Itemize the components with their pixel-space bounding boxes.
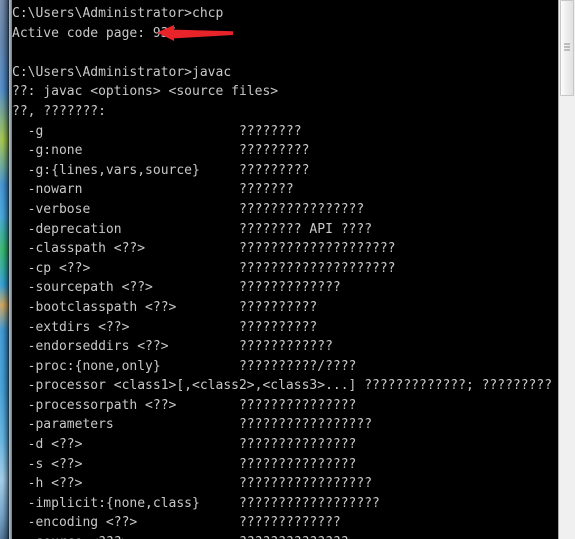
wallpaper-edge-shading bbox=[0, 0, 9, 539]
vertical-scrollbar[interactable] bbox=[558, 0, 575, 539]
console-line: -bootclasspath <??> ?????????? bbox=[12, 299, 318, 315]
console-line: -cp <??> ???????????????????? bbox=[12, 260, 396, 276]
console-line: ??: javac <options> <source files> bbox=[12, 84, 279, 100]
console-line: -parameters ????????????????? bbox=[12, 417, 373, 433]
console-line: -processorpath <??> ??????????????? bbox=[12, 397, 357, 413]
console-line: -deprecation ???????? API ???? bbox=[12, 221, 373, 237]
console-line: -proc:{none,only} ??????????/???? bbox=[12, 358, 357, 374]
console-line: -endorseddirs <??> ???????????? bbox=[12, 339, 333, 355]
console-line: -g:{lines,vars,source} ????????? bbox=[12, 162, 310, 178]
console-line: -sourcepath <??> ????????????? bbox=[12, 280, 341, 296]
console-line: -implicit:{none,class} ?????????????????… bbox=[12, 495, 380, 511]
console-line: -source <???> ?????????????? bbox=[12, 533, 558, 539]
console-line: C:\Users\Administrator>javac bbox=[12, 64, 232, 80]
console-line: -nowarn ??????? bbox=[12, 182, 294, 198]
console-text-block: C:\Users\Administrator>chcp Active code p… bbox=[12, 4, 558, 539]
console-line: -s <??> ??????????????? bbox=[12, 456, 357, 472]
desktop-wallpaper-sliver bbox=[0, 0, 9, 539]
console-line: -verbose ???????????????? bbox=[12, 201, 365, 217]
console-line: -d <??> ??????????????? bbox=[12, 437, 357, 453]
screen-root: C:\Users\Administrator>chcp Active code p… bbox=[0, 0, 575, 539]
console-line: C:\Users\Administrator>chcp bbox=[12, 6, 224, 21]
scrollbar-grip-icon bbox=[564, 43, 570, 53]
console-line: -h <??> ????????????????? bbox=[12, 476, 373, 492]
console-output-surface[interactable]: C:\Users\Administrator>chcp Active code p… bbox=[12, 0, 558, 539]
console-line: -classpath <??> ???????????????????? bbox=[12, 241, 396, 257]
console-line: -g ???????? bbox=[12, 123, 302, 139]
scrollbar-thumb[interactable] bbox=[560, 0, 574, 96]
console-line: -g:none ????????? bbox=[12, 143, 310, 159]
console-line: -encoding <??> ????????????? bbox=[12, 515, 341, 531]
console-line: ??, ???????: bbox=[12, 103, 106, 119]
console-line: -extdirs <??> ?????????? bbox=[12, 319, 318, 335]
console-line: Active code page: 936 bbox=[12, 25, 177, 41]
console-line: -processor <class1>[,<class2>,<class3>..… bbox=[12, 378, 553, 394]
